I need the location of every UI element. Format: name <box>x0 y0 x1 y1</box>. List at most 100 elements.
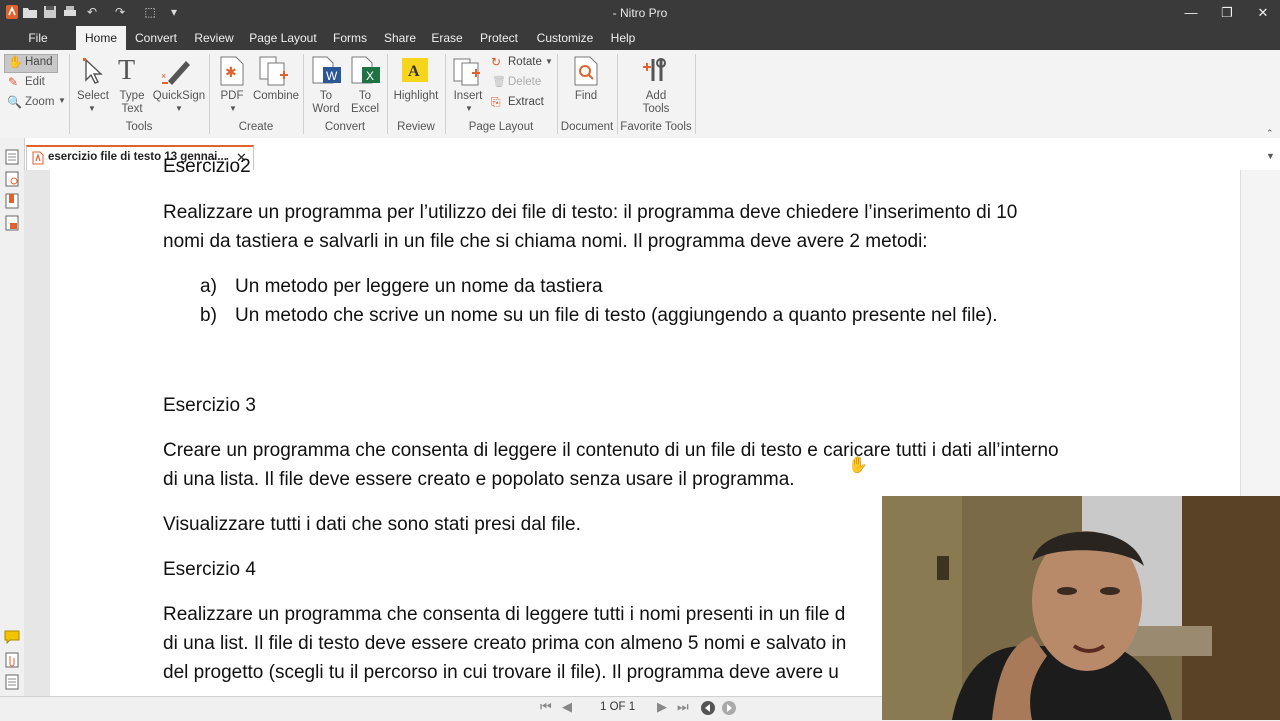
ex3-line-3: Visualizzare tutti i dati che sono stati… <box>163 514 581 535</box>
menu-convert[interactable]: Convert <box>128 26 184 50</box>
list-marker-b: b) <box>200 305 217 326</box>
menu-help[interactable]: Help <box>604 26 642 50</box>
extract-icon: ⎘ <box>491 95 501 109</box>
tab-list-dropdown-icon[interactable]: ▼ <box>1266 151 1275 161</box>
minimize-button[interactable]: — <box>1174 0 1208 26</box>
ex4-line-3: del progetto (scegli tu il percorso in c… <box>163 662 839 683</box>
menu-share[interactable]: Share <box>378 26 422 50</box>
menu-customize[interactable]: Customize <box>532 26 598 50</box>
review-group-label: Review <box>397 121 435 133</box>
ex3-line-2: di una lista. Il file deve essere creato… <box>163 469 795 490</box>
to-excel-label-1[interactable]: To <box>347 90 383 102</box>
combine-icon <box>258 55 292 92</box>
to-excel-icon: X <box>350 55 382 92</box>
list-item-a: Un metodo per leggere un nome da tastier… <box>235 276 603 297</box>
hand-icon: ✋ <box>8 55 23 69</box>
ex3-heading: Esercizio 3 <box>163 395 256 416</box>
menu-home[interactable]: Home <box>76 26 126 50</box>
type-text-label-2[interactable]: Text <box>114 103 150 115</box>
delete-icon: 🗑 <box>492 76 506 88</box>
rotate-icon: ↻ <box>491 55 502 69</box>
previous-page-icon[interactable]: ◀ <box>562 699 572 715</box>
rotate-button[interactable]: Rotate <box>508 56 542 68</box>
select-cursor-icon <box>80 56 108 91</box>
to-word-label-2[interactable]: Word <box>308 103 344 115</box>
page-layout-group-label: Page Layout <box>468 121 534 133</box>
hand-label: Hand <box>25 56 53 68</box>
add-tools-label-1[interactable]: Add <box>636 90 676 102</box>
menu-file[interactable]: File <box>0 26 76 50</box>
document-group-label: Document <box>560 121 614 133</box>
last-page-icon[interactable]: ⏭ <box>677 699 689 715</box>
maximize-button[interactable]: ❐ <box>1210 0 1244 26</box>
bookmarks-panel-icon[interactable] <box>5 193 19 214</box>
find-button[interactable]: Find <box>566 90 606 102</box>
ex4-heading: Esercizio 4 <box>163 559 256 580</box>
svg-text:A: A <box>408 63 420 80</box>
edit-button[interactable]: Edit <box>25 76 45 88</box>
to-excel-label-2[interactable]: Excel <box>347 103 383 115</box>
select-button[interactable]: Select <box>73 90 113 102</box>
insert-button[interactable]: Insert <box>450 90 486 102</box>
svg-text:✱: ✱ <box>225 64 237 80</box>
type-text-icon: T <box>118 55 136 86</box>
attachments-panel-icon[interactable] <box>5 652 19 673</box>
ex2-line-1: Realizzare un programma per l’utilizzo d… <box>163 202 1018 223</box>
pages-panel-icon[interactable] <box>5 149 19 170</box>
delete-button[interactable]: Delete <box>508 76 541 88</box>
quicksign-dropdown-icon[interactable]: ▼ <box>175 104 183 113</box>
menu-review[interactable]: Review <box>188 26 240 50</box>
partial-heading: Esercizio2 <box>163 156 251 177</box>
find-icon <box>572 55 600 92</box>
quicksign-pen-icon: × <box>160 55 196 92</box>
combine-button[interactable]: Combine <box>250 90 302 102</box>
thumbnails-panel-icon[interactable] <box>5 171 19 192</box>
zoom-icon: 🔍 <box>7 95 22 109</box>
menu-protect[interactable]: Protect <box>474 26 524 50</box>
menu-erase[interactable]: Erase <box>426 26 468 50</box>
page-indicator[interactable]: 1 OF 1 <box>600 701 635 713</box>
ex2-line-2: nomi da tastiera e salvarli in un file c… <box>163 231 928 252</box>
ex4-line-2: di una list. Il file di testo deve esser… <box>163 633 847 654</box>
edit-icon: ✎ <box>8 75 19 89</box>
highlight-button[interactable]: Highlight <box>388 90 444 102</box>
pdf-dropdown-icon[interactable]: ▼ <box>229 104 237 113</box>
add-tools-label-2[interactable]: Tools <box>636 103 676 115</box>
svg-text:×: × <box>161 71 166 81</box>
output-panel-icon[interactable] <box>5 674 19 695</box>
close-window-button[interactable]: ✕ <box>1246 0 1280 26</box>
forward-view-icon[interactable] <box>721 700 737 721</box>
type-text-label-1[interactable]: Type <box>114 90 150 102</box>
pdf-create-icon: ✱ <box>218 55 246 92</box>
svg-text:X: X <box>366 69 374 83</box>
pdf-file-icon <box>32 151 44 170</box>
back-view-icon[interactable] <box>700 700 716 721</box>
select-dropdown-icon[interactable]: ▼ <box>88 104 96 113</box>
menu-page-layout[interactable]: Page Layout <box>246 26 320 50</box>
title-bar: ↶ ↷ ⬚ ▾ - Nitro Pro — ❐ ✕ <box>0 0 1280 26</box>
webcam-video-overlay <box>882 496 1280 720</box>
convert-group-label: Convert <box>324 121 366 133</box>
favorite-tools-group-label: Favorite Tools <box>620 121 692 133</box>
rotate-dropdown-icon[interactable]: ▼ <box>545 57 553 66</box>
ex3-line-1: Creare un programma che consenta di legg… <box>163 440 1059 461</box>
comments-panel-icon[interactable] <box>4 630 20 649</box>
extract-button[interactable]: Extract <box>508 96 544 108</box>
zoom-button[interactable]: Zoom <box>25 96 54 108</box>
quicksign-button[interactable]: QuickSign <box>151 90 207 102</box>
pdf-button[interactable]: PDF <box>214 90 250 102</box>
security-panel-icon[interactable] <box>5 215 19 236</box>
insert-dropdown-icon[interactable]: ▼ <box>465 104 473 113</box>
ribbon-separator <box>695 54 696 134</box>
ex4-line-1: Realizzare un programma che consenta di … <box>163 604 846 625</box>
svg-text:W: W <box>326 69 338 83</box>
presenter-video-frame <box>882 496 1280 720</box>
window-title: - Nitro Pro <box>612 6 668 20</box>
next-page-icon[interactable]: ▶ <box>657 699 667 715</box>
to-word-icon: W <box>311 55 343 92</box>
menu-forms[interactable]: Forms <box>326 26 374 50</box>
create-group-label: Create <box>238 121 274 133</box>
zoom-dropdown-icon[interactable]: ▼ <box>58 96 66 105</box>
first-page-icon[interactable]: ⏮ <box>540 699 552 715</box>
to-word-label-1[interactable]: To <box>308 90 344 102</box>
